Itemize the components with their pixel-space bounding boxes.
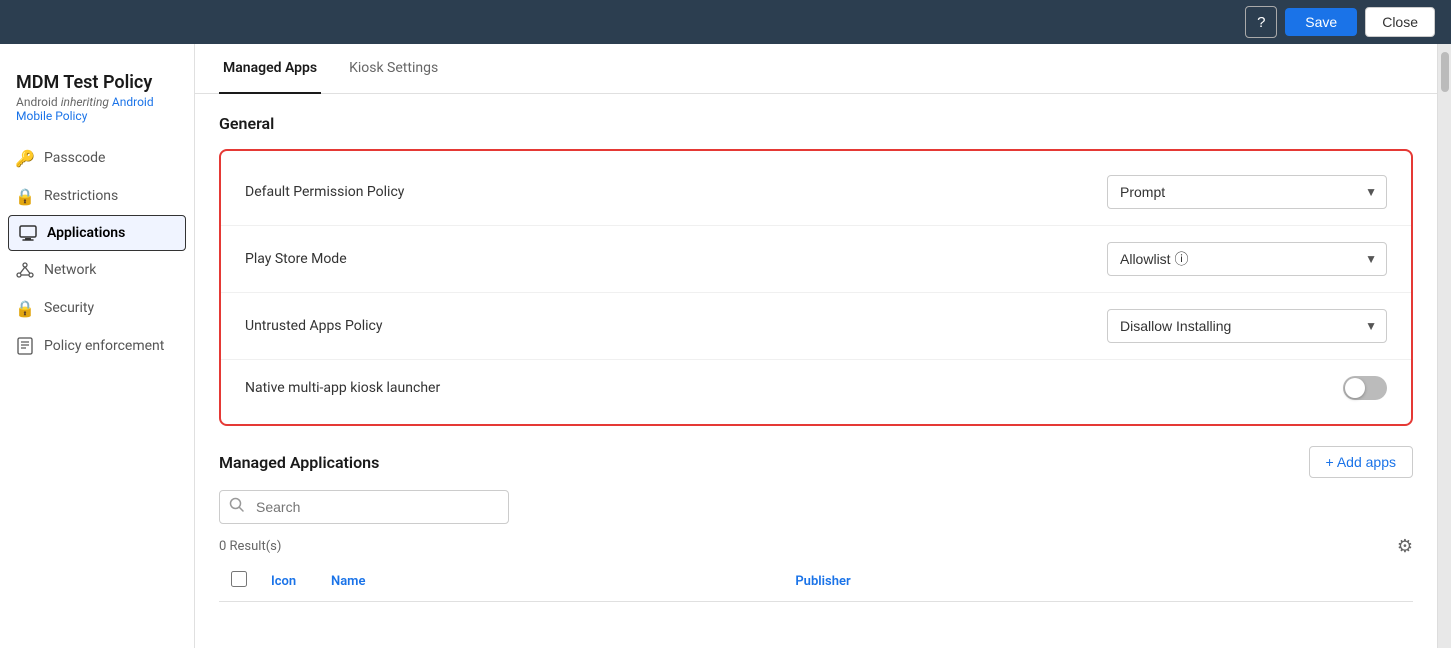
toggle-knob	[1345, 378, 1365, 398]
search-input[interactable]	[219, 490, 509, 524]
general-card: Default Permission Policy Prompt Grant D…	[219, 149, 1413, 426]
save-button[interactable]: Save	[1285, 8, 1357, 36]
play-store-mode-select[interactable]: Allowlist ⓘ Blocklist	[1107, 242, 1387, 276]
sidebar-item-applications[interactable]: Applications	[8, 215, 186, 251]
sidebar-item-restrictions[interactable]: 🔒 Restrictions	[0, 177, 194, 215]
main-content: Managed Apps Kiosk Settings General Defa…	[195, 44, 1437, 648]
untrusted-apps-select-wrap: Disallow Installing Allow Installing ▼	[1107, 309, 1387, 343]
settings-icon[interactable]: ⚙	[1397, 536, 1413, 557]
tab-managed-apps[interactable]: Managed Apps	[219, 44, 321, 94]
form-row-play-store-mode: Play Store Mode Allowlist ⓘ Blocklist ▼	[221, 226, 1411, 293]
general-section-title: General	[219, 114, 1413, 133]
page-subtitle: Android inheriting Android Mobile Policy	[16, 95, 178, 123]
select-all-checkbox[interactable]	[231, 571, 247, 587]
sidebar-nav: 🔑 Passcode 🔒 Restrictions Applications	[0, 139, 194, 365]
sidebar: MDM Test Policy Android inheriting Andro…	[0, 44, 195, 648]
tab-kiosk-settings[interactable]: Kiosk Settings	[345, 44, 442, 94]
default-permission-select-wrap: Prompt Grant Deny ▼	[1107, 175, 1387, 209]
topbar: ? Save Close	[0, 0, 1451, 44]
add-apps-button[interactable]: + Add apps	[1309, 446, 1413, 478]
form-row-default-permission: Default Permission Policy Prompt Grant D…	[221, 159, 1411, 226]
monitor-icon	[19, 224, 37, 242]
page-header: MDM Test Policy Android inheriting Andro…	[0, 60, 194, 131]
shield-icon: 🔒	[16, 299, 34, 317]
close-button[interactable]: Close	[1365, 7, 1435, 37]
native-kiosk-label: Native multi-app kiosk launcher	[245, 380, 440, 396]
table-th-icon: Icon	[259, 561, 319, 602]
scrollbar-area	[1437, 44, 1451, 648]
toggle-wrap-kiosk	[1343, 376, 1387, 400]
form-row-native-kiosk: Native multi-app kiosk launcher	[221, 360, 1411, 416]
apps-table: Icon Name Publisher	[219, 561, 1413, 602]
page-container: MDM Test Policy Android inheriting Andro…	[0, 44, 1451, 648]
kiosk-toggle[interactable]	[1343, 376, 1387, 400]
untrusted-apps-label: Untrusted Apps Policy	[245, 318, 383, 334]
results-count: 0 Result(s)	[219, 539, 281, 554]
sidebar-item-network[interactable]: Network	[0, 251, 194, 289]
untrusted-apps-select[interactable]: Disallow Installing Allow Installing	[1107, 309, 1387, 343]
managed-apps-header: Managed Applications + Add apps	[219, 446, 1413, 478]
managed-applications-title: Managed Applications	[219, 453, 379, 472]
content-area: General Default Permission Policy Prompt…	[195, 94, 1437, 622]
sidebar-label-passcode: Passcode	[44, 150, 105, 166]
sidebar-label-restrictions: Restrictions	[44, 188, 118, 204]
sidebar-label-applications: Applications	[47, 225, 125, 241]
default-permission-label: Default Permission Policy	[245, 184, 404, 200]
play-store-mode-label: Play Store Mode	[245, 251, 347, 267]
table-header-row: Icon Name Publisher	[219, 561, 1413, 602]
sidebar-item-passcode[interactable]: 🔑 Passcode	[0, 139, 194, 177]
table-th-publisher: Publisher	[783, 561, 1413, 602]
network-icon	[16, 261, 34, 279]
lock-icon-restrictions: 🔒	[16, 187, 34, 205]
help-button[interactable]: ?	[1245, 6, 1277, 38]
search-wrap	[219, 490, 1413, 524]
default-permission-select[interactable]: Prompt Grant Deny	[1107, 175, 1387, 209]
managed-applications-section: Managed Applications + Add apps	[219, 446, 1413, 602]
sidebar-label-network: Network	[44, 262, 96, 278]
table-th-name: Name	[319, 561, 783, 602]
sidebar-label-policy-enforcement: Policy enforcement	[44, 338, 164, 354]
page-title: MDM Test Policy	[16, 72, 178, 93]
sidebar-item-policy-enforcement[interactable]: Policy enforcement	[0, 327, 194, 365]
document-icon	[16, 337, 34, 355]
results-row: 0 Result(s) ⚙	[219, 536, 1413, 557]
key-icon: 🔑	[16, 149, 34, 167]
sidebar-item-security[interactable]: 🔒 Security	[0, 289, 194, 327]
table-th-checkbox	[219, 561, 259, 602]
form-row-untrusted-apps: Untrusted Apps Policy Disallow Installin…	[221, 293, 1411, 360]
play-store-mode-select-wrap: Allowlist ⓘ Blocklist ▼	[1107, 242, 1387, 276]
sidebar-label-security: Security	[44, 300, 94, 316]
tabs-bar: Managed Apps Kiosk Settings	[195, 44, 1437, 94]
scrollbar-thumb[interactable]	[1441, 52, 1449, 92]
